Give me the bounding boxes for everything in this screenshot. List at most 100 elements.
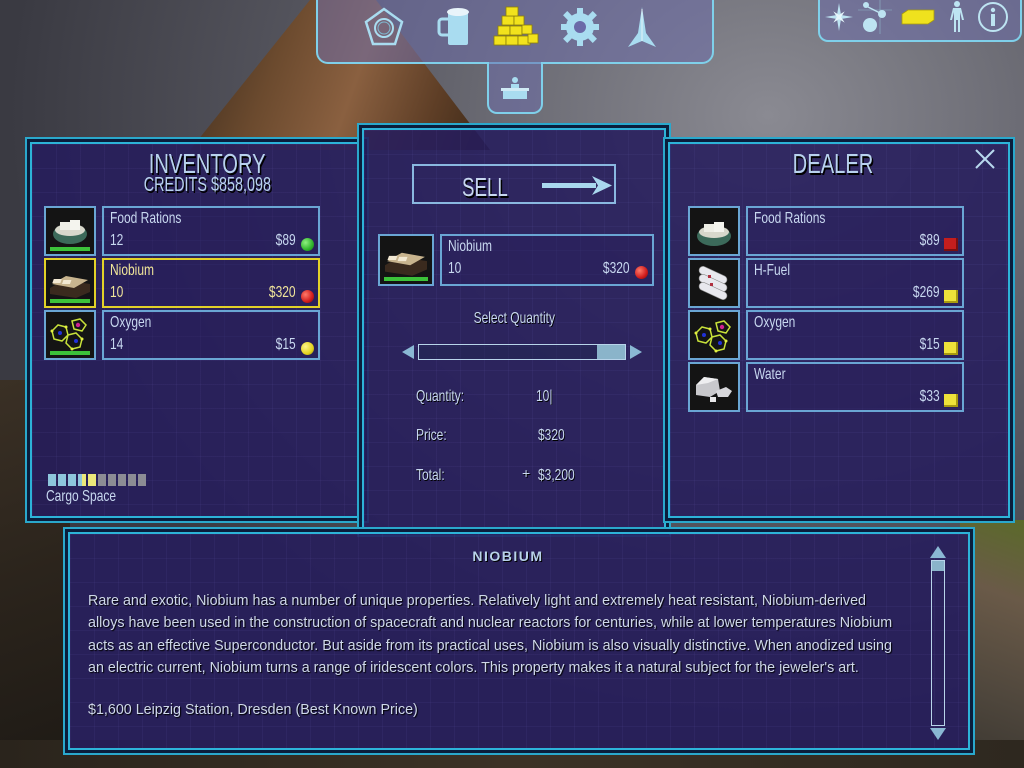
h-fuel-thumbnail	[688, 258, 740, 308]
item-name: Oxygen	[754, 314, 796, 331]
inventory-panel: INVENTORY CREDITS $858,098 Food Rations …	[30, 142, 364, 518]
bar-icon[interactable]	[428, 2, 484, 52]
best-known-price: $1,600 Leipzig Station, Dresden (Best Kn…	[88, 702, 418, 719]
slider-track[interactable]	[418, 344, 626, 360]
price-indicator-yellow	[944, 342, 958, 355]
cargo-space-label: Cargo Space	[46, 488, 117, 505]
item-name: H-Fuel	[754, 262, 791, 279]
oxygen-thumbnail	[44, 310, 96, 360]
dealer-title: DEALER	[792, 148, 874, 179]
cargo-slot	[58, 474, 66, 486]
item-name: Niobium	[448, 238, 493, 255]
slider-left-arrow-icon[interactable]	[402, 345, 414, 359]
trade-icon[interactable]	[488, 2, 544, 52]
description-body: Rare and exotic, Niobium has a number of…	[88, 590, 918, 721]
stock-bar	[50, 351, 90, 355]
cargo-slot	[48, 474, 56, 486]
item-name: Water	[754, 366, 786, 383]
item-price: $89	[275, 232, 296, 249]
cargo-slot	[138, 474, 146, 486]
cargo-icon[interactable]	[898, 0, 938, 34]
description-scrollbar[interactable]	[928, 546, 948, 742]
stock-bar	[50, 247, 90, 251]
price-indicator-yellow	[944, 290, 958, 303]
sub-nav-tab	[487, 62, 543, 114]
item-name: Food Rations	[754, 210, 826, 227]
item-name: Oxygen	[110, 314, 152, 331]
item-quantity: 10	[110, 284, 124, 301]
tactical-icon[interactable]	[356, 2, 412, 52]
trade-item: Niobium 10 $320	[378, 234, 654, 286]
cargo-slot	[118, 474, 126, 486]
item-price: $269	[913, 284, 940, 301]
price-label: Price:	[416, 427, 447, 444]
item-price: $15	[919, 336, 940, 353]
cargo-slot	[128, 474, 136, 486]
item-name: Food Rations	[110, 210, 182, 227]
dealer-item[interactable]: Water $33	[688, 362, 964, 414]
item-price: $33	[919, 388, 940, 405]
dealer-item[interactable]: Oxygen $15	[688, 310, 964, 362]
quantity-slider[interactable]	[402, 344, 642, 360]
total-sign: +	[522, 465, 531, 481]
item-quantity: 14	[110, 336, 124, 353]
price-indicator-red	[635, 266, 648, 279]
item-price: $320	[269, 284, 296, 301]
inventory-item[interactable]: Oxygen 14 $15	[44, 310, 320, 362]
water-thumbnail	[688, 362, 740, 412]
top-nav-bar	[316, 0, 714, 64]
food-rations-thumbnail	[688, 206, 740, 256]
stock-bar	[384, 277, 428, 281]
price-indicator-red	[301, 290, 314, 303]
scroll-up-arrow-icon[interactable]	[930, 546, 946, 558]
close-icon[interactable]	[974, 148, 996, 170]
quantity-input[interactable]: 10|	[536, 386, 558, 406]
top-right-toolbar	[818, 0, 1022, 42]
ship-icon[interactable]	[614, 2, 670, 52]
slider-right-arrow-icon[interactable]	[630, 345, 642, 359]
cargo-slot	[98, 474, 106, 486]
scroll-down-arrow-icon[interactable]	[930, 728, 946, 740]
scrollbar-thumb[interactable]	[932, 561, 944, 571]
dealer-item[interactable]: H-Fuel $269	[688, 258, 964, 310]
niobium-thumbnail	[44, 258, 96, 308]
item-price: $15	[275, 336, 296, 353]
select-quantity-label: Select Quantity	[473, 310, 555, 327]
price-indicator-red	[944, 238, 958, 251]
oxygen-thumbnail	[688, 310, 740, 360]
item-price: $89	[919, 232, 940, 249]
info-icon[interactable]	[976, 0, 1010, 34]
sell-button[interactable]: SELL	[412, 164, 616, 204]
item-price: $320	[603, 260, 630, 277]
inventory-item-selected[interactable]: Niobium 10 $320	[44, 258, 320, 310]
dealer-panel: DEALER Food Rations $89 H-Fuel $269 Oxyg…	[668, 142, 1010, 518]
commodity-exchange-icon[interactable]	[497, 70, 533, 106]
slider-thumb[interactable]	[597, 345, 625, 359]
cargo-space-bar	[48, 474, 146, 486]
trade-panel: SELL Niobium 10 $320 Select Quantity Qua…	[362, 128, 666, 532]
cargo-slot	[68, 474, 76, 486]
price-indicator-yellow	[944, 394, 958, 407]
inventory-item[interactable]: Food Rations 12 $89	[44, 206, 320, 258]
item-name: Niobium	[110, 262, 155, 279]
stock-bar	[50, 299, 90, 303]
cargo-slot	[108, 474, 116, 486]
star-map-icon[interactable]	[822, 0, 856, 34]
price-indicator-yellow	[301, 342, 314, 355]
total-value: $3,200	[538, 467, 575, 484]
cargo-slot	[78, 474, 86, 486]
item-quantity: 10	[448, 260, 462, 277]
description-text: Rare and exotic, Niobium has a number of…	[88, 593, 893, 676]
character-icon[interactable]	[940, 0, 974, 34]
description-title: NIOBIUM	[472, 548, 544, 564]
equipment-icon[interactable]	[552, 2, 608, 52]
price-value: $320	[538, 427, 565, 444]
credits-display: CREDITS $858,098	[143, 174, 271, 196]
price-indicator-green	[301, 238, 314, 251]
sell-label: SELL	[462, 172, 508, 202]
scrollbar-track[interactable]	[931, 560, 945, 726]
item-quantity: 12	[110, 232, 124, 249]
system-map-icon[interactable]	[858, 0, 892, 34]
dealer-item[interactable]: Food Rations $89	[688, 206, 964, 258]
niobium-thumbnail	[378, 234, 434, 286]
